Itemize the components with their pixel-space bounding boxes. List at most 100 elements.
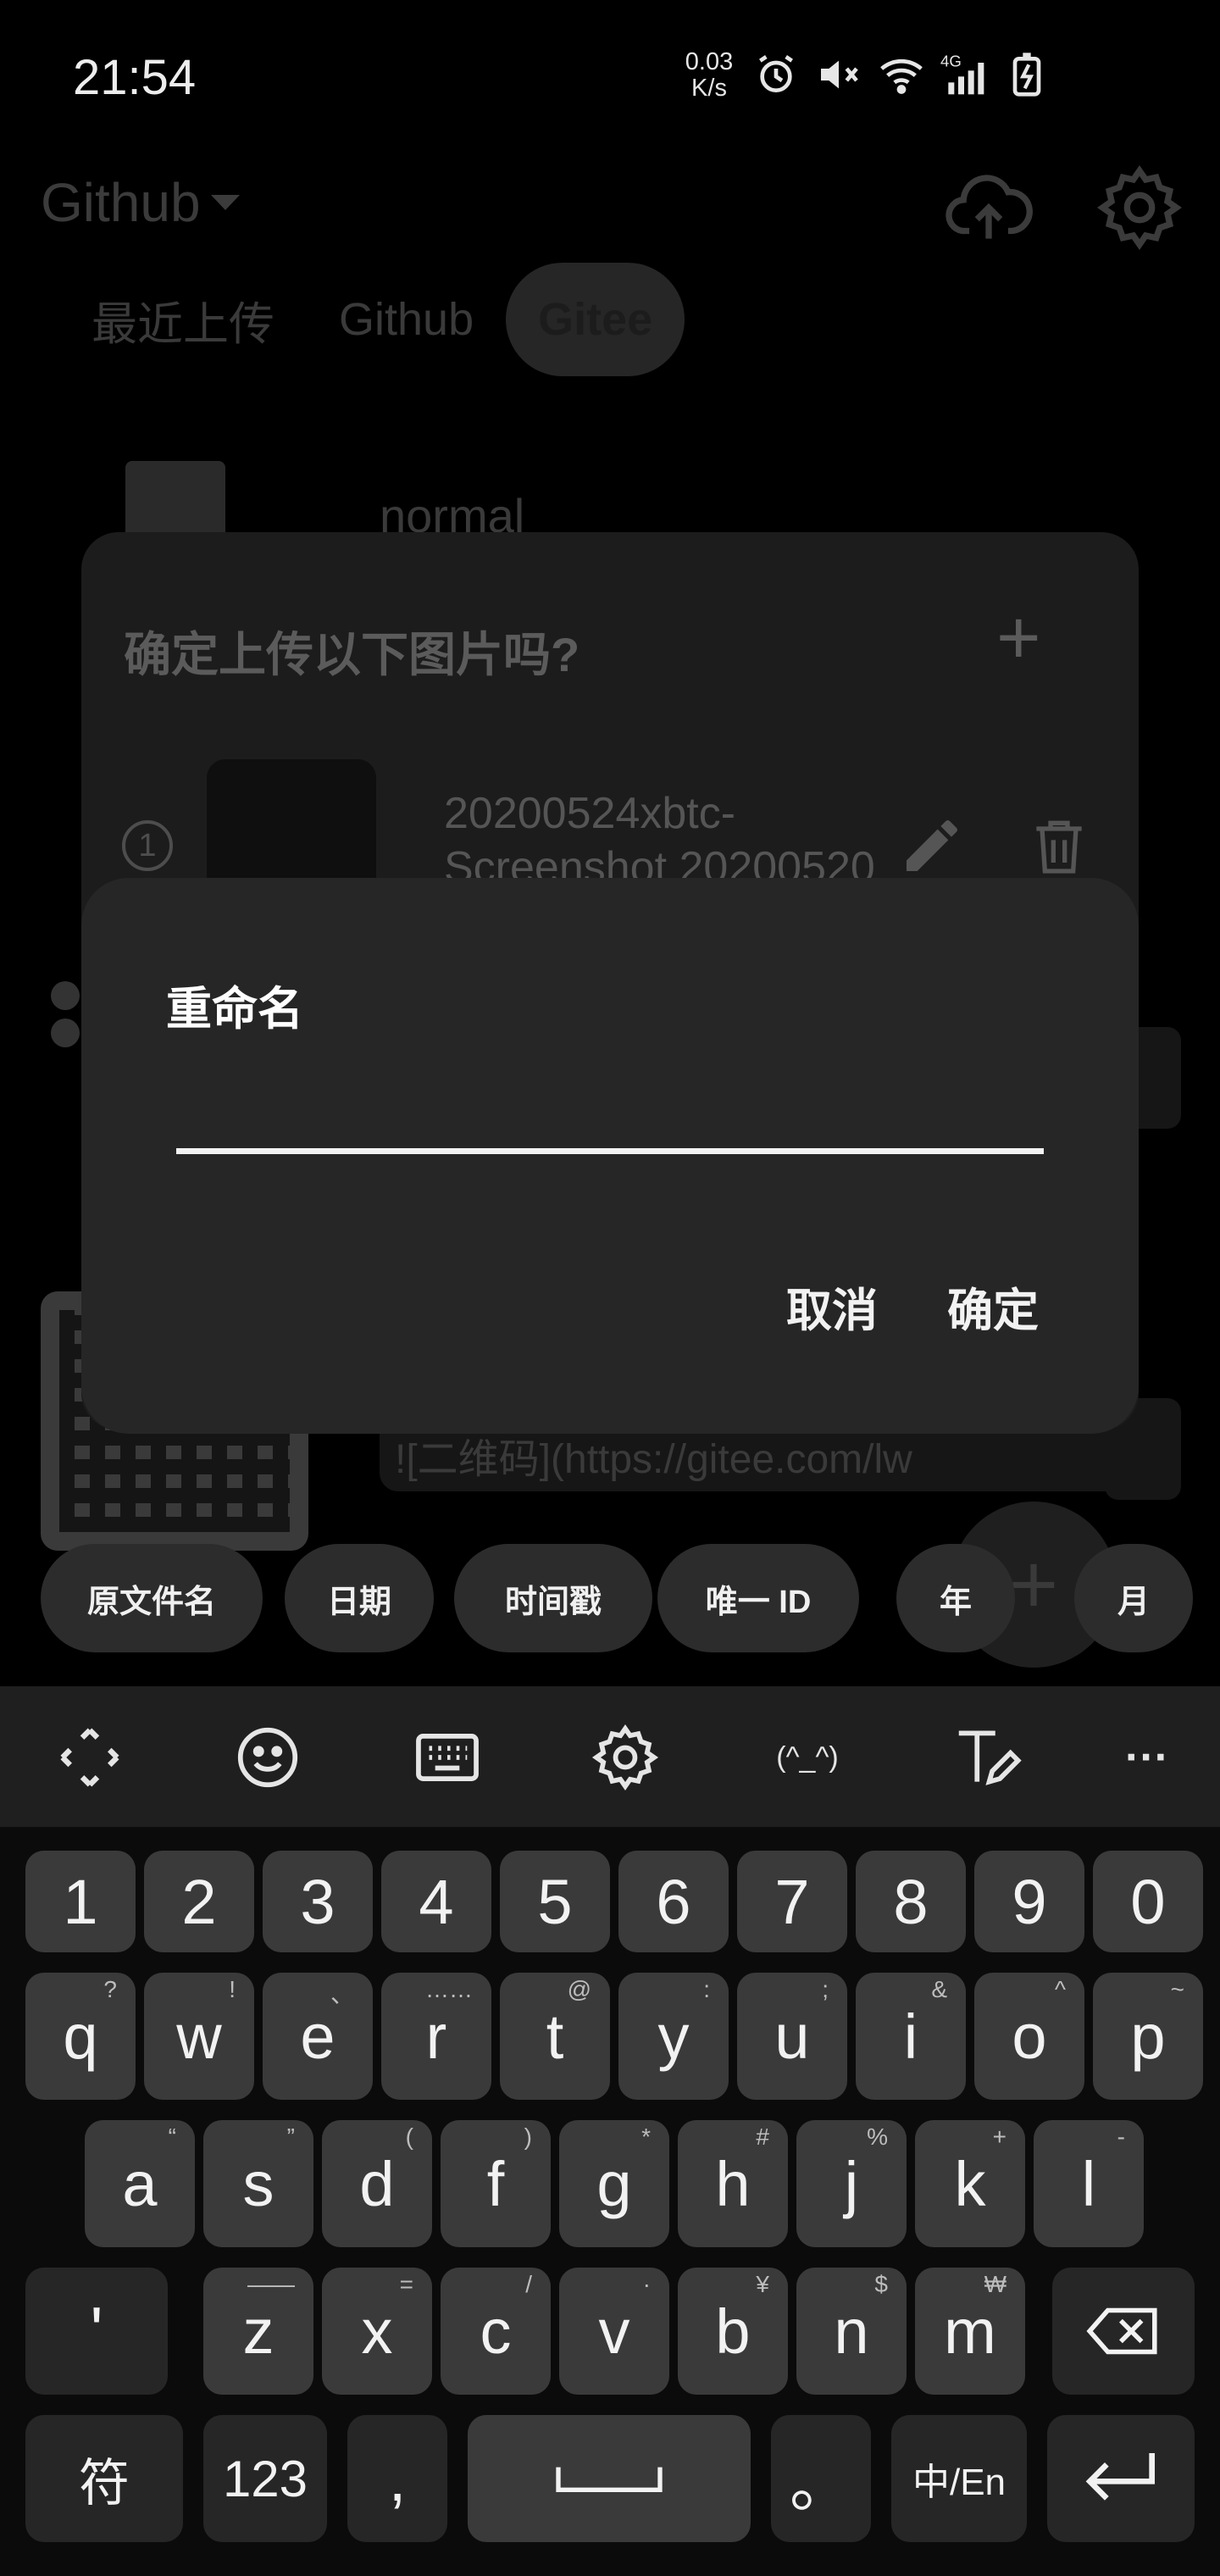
alarm-icon bbox=[759, 55, 793, 93]
net-speed-value: 0.03 bbox=[685, 48, 734, 75]
chip-date[interactable]: 日期 bbox=[285, 1544, 434, 1652]
key-c[interactable]: / c bbox=[441, 2268, 551, 2395]
key-hint: - bbox=[1117, 2124, 1125, 2150]
space-key[interactable] bbox=[468, 2415, 751, 2542]
key-label: o bbox=[1012, 2001, 1047, 2072]
key-label: n bbox=[834, 2296, 869, 2367]
delete-trash-icon[interactable] bbox=[1025, 812, 1093, 880]
chip-timestamp[interactable]: 时间戳 bbox=[454, 1544, 652, 1652]
rename-input[interactable] bbox=[176, 1095, 1044, 1154]
period-key[interactable]: 。 bbox=[771, 2415, 871, 2542]
key-8[interactable]: 8 bbox=[856, 1851, 966, 1952]
key-0[interactable]: 0 bbox=[1093, 1851, 1203, 1952]
key-z[interactable]: —— z bbox=[203, 2268, 313, 2395]
key-b[interactable]: ¥ b bbox=[678, 2268, 788, 2395]
status-icons: 4G bbox=[752, 51, 1051, 98]
handwriting-icon[interactable] bbox=[946, 1717, 1027, 1798]
key-m[interactable]: ₩ m bbox=[915, 2268, 1025, 2395]
repo-selector[interactable]: Github bbox=[41, 171, 240, 234]
key-6[interactable]: 6 bbox=[618, 1851, 729, 1952]
chip-month[interactable]: 月 bbox=[1074, 1544, 1193, 1652]
key-hint: ” bbox=[286, 2124, 295, 2150]
key-label: m bbox=[944, 2296, 996, 2367]
host-tabs: 最近上传 Github Gitee bbox=[59, 263, 685, 376]
key-s[interactable]: ” s bbox=[203, 2120, 313, 2247]
key-g[interactable]: * g bbox=[559, 2120, 669, 2247]
keyboard-toolbar: (^_^) ··· bbox=[0, 1686, 1220, 1827]
key-hint: + bbox=[992, 2124, 1006, 2150]
tab-recent[interactable]: 最近上传 bbox=[59, 263, 307, 376]
numbers-key[interactable]: 123 bbox=[203, 2415, 327, 2542]
emoji-icon[interactable] bbox=[227, 1717, 308, 1798]
avatar-dot bbox=[51, 1019, 80, 1047]
avatar-dot bbox=[51, 981, 80, 1010]
chip-year[interactable]: 年 bbox=[896, 1544, 1015, 1652]
key-hint: ~ bbox=[1170, 1976, 1184, 2002]
key-a[interactable]: “a bbox=[85, 2120, 195, 2247]
ok-button[interactable]: 确定 bbox=[947, 1273, 1039, 1340]
key-label: w bbox=[176, 2001, 222, 2072]
enter-key[interactable] bbox=[1047, 2415, 1195, 2542]
add-image-button[interactable]: + bbox=[996, 600, 1041, 676]
key-hint: ^ bbox=[1054, 1976, 1066, 2002]
key-7[interactable]: 7 bbox=[737, 1851, 847, 1952]
cancel-button[interactable]: 取消 bbox=[786, 1273, 878, 1340]
keyboard-icon[interactable] bbox=[407, 1717, 488, 1798]
key-y[interactable]: :y bbox=[618, 1973, 729, 2100]
key-hint: ( bbox=[405, 2124, 413, 2150]
key-f[interactable]: ) f bbox=[441, 2120, 551, 2247]
key-hint: / bbox=[525, 2271, 532, 2297]
key-h[interactable]: # h bbox=[678, 2120, 788, 2247]
key-label: a bbox=[122, 2148, 158, 2219]
edit-pencil-icon[interactable] bbox=[898, 812, 966, 880]
key-label: e bbox=[300, 2001, 336, 2072]
backspace-key[interactable] bbox=[1052, 2268, 1195, 2395]
key-1[interactable]: 1 bbox=[25, 1851, 136, 1952]
key-9[interactable]: 9 bbox=[974, 1851, 1084, 1952]
key-apostrophe[interactable]: ' bbox=[25, 2268, 168, 2395]
key-2[interactable]: 2 bbox=[144, 1851, 254, 1952]
cloud-upload-icon[interactable] bbox=[942, 161, 1035, 254]
chip-original-name[interactable]: 原文件名 bbox=[41, 1544, 263, 1652]
tab-github[interactable]: Github bbox=[307, 263, 506, 376]
key-i[interactable]: & i bbox=[856, 1973, 966, 2100]
key-label: q bbox=[63, 2001, 98, 2072]
key-hint: ₩ bbox=[984, 2271, 1006, 2297]
rename-title: 重命名 bbox=[166, 984, 303, 1035]
language-switch-key[interactable]: 中/En bbox=[891, 2415, 1027, 2542]
key-o[interactable]: ^ o bbox=[974, 1973, 1084, 2100]
key-5[interactable]: 5 bbox=[500, 1851, 610, 1952]
kaomoji-icon[interactable]: (^_^) bbox=[761, 1717, 854, 1798]
key-t[interactable]: @ t bbox=[500, 1973, 610, 2100]
comma-key[interactable]: , bbox=[347, 2415, 447, 2542]
key-hint: $ bbox=[874, 2271, 888, 2297]
key-k[interactable]: + k bbox=[915, 2120, 1025, 2247]
move-cursor-icon[interactable] bbox=[49, 1717, 130, 1798]
key-w[interactable]: ! w bbox=[144, 1973, 254, 2100]
key-q[interactable]: ? q bbox=[25, 1973, 136, 2100]
key-n[interactable]: $ n bbox=[796, 2268, 907, 2395]
key-l[interactable]: -l bbox=[1034, 2120, 1144, 2247]
settings-gear-icon[interactable] bbox=[1093, 161, 1186, 254]
key-3[interactable]: 3 bbox=[263, 1851, 373, 1952]
key-r[interactable]: …… r bbox=[381, 1973, 491, 2100]
key-d[interactable]: (d bbox=[322, 2120, 432, 2247]
chip-unique-id[interactable]: 唯一 ID bbox=[657, 1544, 859, 1652]
key-4[interactable]: 4 bbox=[381, 1851, 491, 1952]
symbols-key[interactable]: 符 bbox=[25, 2415, 183, 2542]
settings-icon[interactable] bbox=[585, 1717, 666, 1798]
key-label: b bbox=[715, 2296, 751, 2367]
key-hint: ! bbox=[229, 1976, 236, 2002]
key-j[interactable]: % j bbox=[796, 2120, 907, 2247]
confirm-upload-title: 确定上传以下图片吗? bbox=[124, 628, 580, 681]
key-e[interactable]: 、 e bbox=[263, 1973, 373, 2100]
key-u[interactable]: ; u bbox=[737, 1973, 847, 2100]
key-p[interactable]: ~ p bbox=[1093, 1973, 1203, 2100]
more-icon[interactable]: ··· bbox=[1106, 1717, 1188, 1798]
tab-gitee[interactable]: Gitee bbox=[506, 263, 685, 376]
key-label: f bbox=[486, 2148, 505, 2219]
key-label: l bbox=[1081, 2148, 1096, 2219]
key-label: k bbox=[954, 2148, 986, 2219]
key-x[interactable]: = x bbox=[322, 2268, 432, 2395]
key-v[interactable]: · v bbox=[559, 2268, 669, 2395]
